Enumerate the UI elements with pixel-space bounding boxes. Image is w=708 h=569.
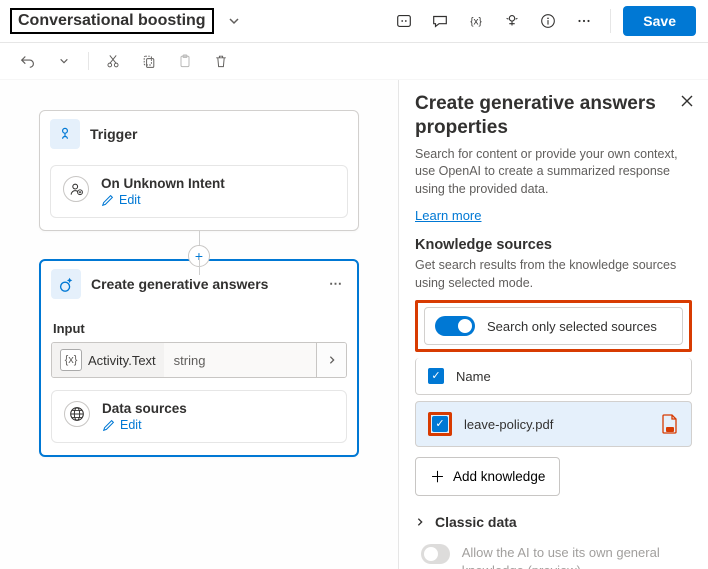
ks-heading: Knowledge sources <box>415 237 692 253</box>
variable-icon: {x} <box>60 349 82 371</box>
search-selected-toggle-row[interactable]: Search only selected sources <box>424 307 683 345</box>
input-expand-button[interactable] <box>316 343 346 377</box>
edit-label: Edit <box>119 193 141 207</box>
pencil-icon <box>101 193 115 207</box>
save-button[interactable]: Save <box>623 6 696 36</box>
name-column-header: Name <box>456 369 491 384</box>
copy-button[interactable] <box>137 49 161 73</box>
person-icon <box>63 176 89 202</box>
input-label: Input <box>53 321 345 336</box>
trigger-edit-link[interactable]: Edit <box>101 193 225 207</box>
canvas-toolbar <box>0 43 708 80</box>
data-sources-subcard[interactable]: Data sources Edit <box>51 390 347 443</box>
chip-type: string <box>164 353 316 368</box>
sparkle-icon <box>51 269 81 299</box>
trigger-sub-title: On Unknown Intent <box>101 176 225 191</box>
chip-label: Activity.Text <box>88 353 156 368</box>
close-button[interactable] <box>680 94 694 108</box>
trigger-subcard[interactable]: On Unknown Intent Edit <box>50 165 348 218</box>
svg-text:{x}: {x} <box>471 17 483 28</box>
allow-text: Allow the AI to use its own general know… <box>462 544 692 569</box>
ks-desc: Get search results from the knowledge so… <box>415 257 692 292</box>
generative-answers-node[interactable]: Create generative answers ⋯ Input {x} Ac… <box>39 259 359 457</box>
highlight-toggle: Search only selected sources <box>415 300 692 352</box>
globe-icon <box>64 401 90 427</box>
panel-desc: Search for content or provide your own c… <box>415 146 692 199</box>
debug-icon[interactable] <box>498 7 526 35</box>
allow-toggle <box>421 544 450 564</box>
ds-title: Data sources <box>102 401 187 416</box>
node-more-icon[interactable]: ⋯ <box>325 276 347 292</box>
authoring-canvas[interactable]: Trigger On Unknown Intent Edit <box>0 80 398 569</box>
gen-title: Create generative answers <box>91 276 315 292</box>
undo-chevron-icon[interactable] <box>52 49 76 73</box>
chevron-down-icon[interactable] <box>228 15 240 27</box>
trigger-icon <box>50 119 80 149</box>
pencil-icon <box>102 418 116 432</box>
chevron-right-icon <box>415 517 425 527</box>
input-field[interactable]: {x} Activity.Text string <box>51 342 347 378</box>
info-icon[interactable] <box>534 7 562 35</box>
paste-button[interactable] <box>173 49 197 73</box>
delete-button[interactable] <box>209 49 233 73</box>
topic-title: Conversational boosting <box>18 12 206 30</box>
trigger-title: Trigger <box>90 126 348 142</box>
properties-panel: Create generative answers properties Sea… <box>398 80 708 569</box>
more-icon[interactable] <box>570 7 598 35</box>
panel-title: Create generative answers properties <box>415 92 692 140</box>
add-knowledge-label: Add knowledge <box>453 469 545 484</box>
source-name: leave-policy.pdf <box>464 417 553 432</box>
pdf-icon <box>661 414 679 434</box>
comment-icon[interactable] <box>426 7 454 35</box>
highlight-checkbox <box>428 412 452 436</box>
edit-label: Edit <box>120 418 142 432</box>
toggle-switch[interactable] <box>435 316 475 336</box>
classic-data-label: Classic data <box>435 514 517 530</box>
ds-edit-link[interactable]: Edit <box>102 418 187 432</box>
sources-header-row[interactable]: Name <box>415 358 692 395</box>
source-row[interactable]: leave-policy.pdf <box>415 401 692 447</box>
classic-data-expander[interactable]: Classic data <box>415 514 692 530</box>
variables-icon[interactable]: {x} <box>462 7 490 35</box>
toggle-label: Search only selected sources <box>487 319 657 334</box>
undo-button[interactable] <box>16 49 40 73</box>
add-knowledge-button[interactable]: ＋ Add knowledge <box>415 457 560 496</box>
copilot-icon[interactable] <box>390 7 418 35</box>
top-bar: Conversational boosting {x} Save <box>0 0 708 43</box>
plus-icon: ＋ <box>430 466 445 487</box>
source-checkbox[interactable] <box>432 416 448 432</box>
allow-general-knowledge-row: Allow the AI to use its own general know… <box>415 544 692 569</box>
select-all-checkbox[interactable] <box>428 368 444 384</box>
topic-title-dropdown[interactable]: Conversational boosting <box>10 8 214 34</box>
learn-more-link[interactable]: Learn more <box>415 208 481 223</box>
cut-button[interactable] <box>101 49 125 73</box>
trigger-node[interactable]: Trigger On Unknown Intent Edit <box>39 110 359 231</box>
